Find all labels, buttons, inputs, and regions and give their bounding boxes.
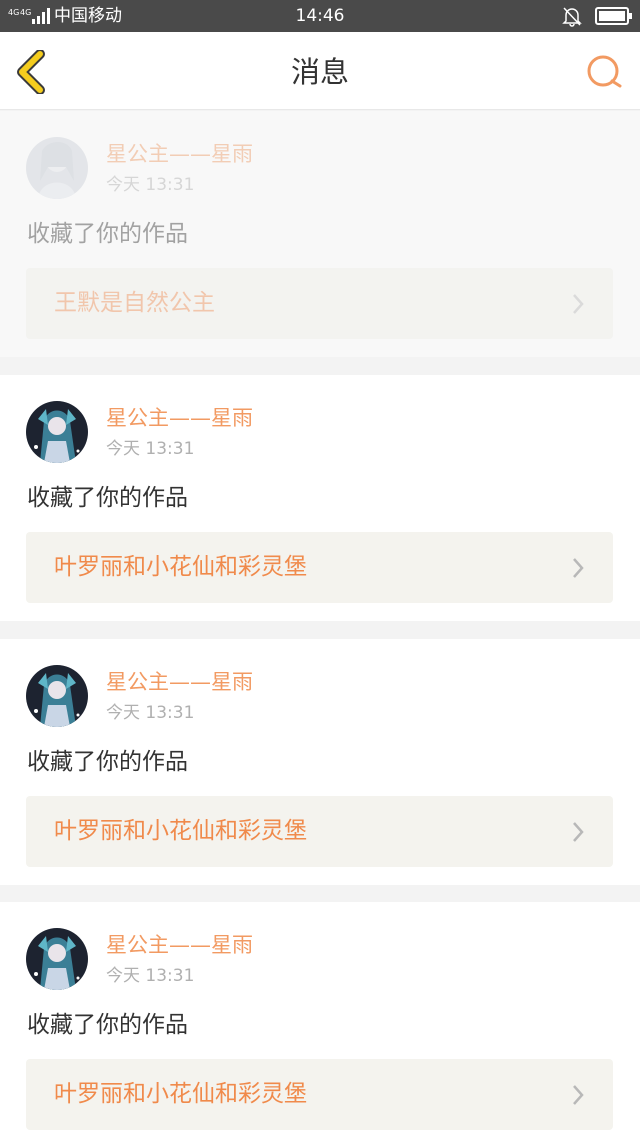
notification-time: 今天 13:31 [106, 703, 195, 723]
work-title: 王默是自然公主 [54, 290, 215, 316]
user-avatar[interactable] [26, 928, 88, 990]
work-link[interactable]: 叶罗丽和小花仙和彩灵堡 [26, 532, 613, 603]
notification-action: 收藏了你的作品 [27, 1012, 188, 1038]
notification-card: 星公主——星雨 今天 13:31 收藏了你的作品 叶罗丽和小花仙和彩灵堡 [0, 375, 640, 621]
work-title: 叶罗丽和小花仙和彩灵堡 [54, 818, 307, 844]
work-link[interactable]: 叶罗丽和小花仙和彩灵堡 [26, 1059, 613, 1130]
status-time: 14:46 [295, 6, 345, 26]
notification-action: 收藏了你的作品 [27, 221, 188, 247]
user-name[interactable]: 星公主——星雨 [106, 141, 253, 167]
notification-time: 今天 13:31 [106, 439, 195, 459]
battery-icon [595, 7, 632, 25]
user-name[interactable]: 星公主——星雨 [106, 669, 253, 695]
app-header: 消息 [0, 32, 640, 110]
chevron-right-icon [573, 822, 584, 842]
status-bar: 4G 4G 中国移动 14:46 [0, 0, 640, 32]
notification-card: 星公主——星雨 今天 13:31 收藏了你的作品 王默是自然公主 [0, 111, 640, 357]
page-title: 消息 [290, 55, 349, 89]
notification-time: 今天 13:31 [106, 966, 195, 986]
notification-action: 收藏了你的作品 [27, 485, 188, 511]
work-link[interactable]: 王默是自然公主 [26, 268, 613, 339]
user-avatar[interactable] [26, 137, 88, 199]
chevron-right-icon [573, 294, 584, 314]
notification-card: 星公主——星雨 今天 13:31 收藏了你的作品 叶罗丽和小花仙和彩灵堡 [0, 902, 640, 1148]
chevron-right-icon [573, 558, 584, 578]
notification-card: 星公主——星雨 今天 13:31 收藏了你的作品 叶罗丽和小花仙和彩灵堡 [0, 639, 640, 885]
search-icon[interactable] [584, 52, 624, 92]
work-title: 叶罗丽和小花仙和彩灵堡 [54, 1081, 307, 1107]
work-link[interactable]: 叶罗丽和小花仙和彩灵堡 [26, 796, 613, 867]
work-title: 叶罗丽和小花仙和彩灵堡 [54, 554, 307, 580]
user-avatar[interactable] [26, 401, 88, 463]
notification-action: 收藏了你的作品 [27, 749, 188, 775]
user-name[interactable]: 星公主——星雨 [106, 932, 253, 958]
user-name[interactable]: 星公主——星雨 [106, 405, 253, 431]
notification-time: 今天 13:31 [106, 175, 195, 195]
chevron-right-icon [573, 1085, 584, 1105]
bell-muted-icon [562, 7, 582, 27]
user-avatar[interactable] [26, 665, 88, 727]
